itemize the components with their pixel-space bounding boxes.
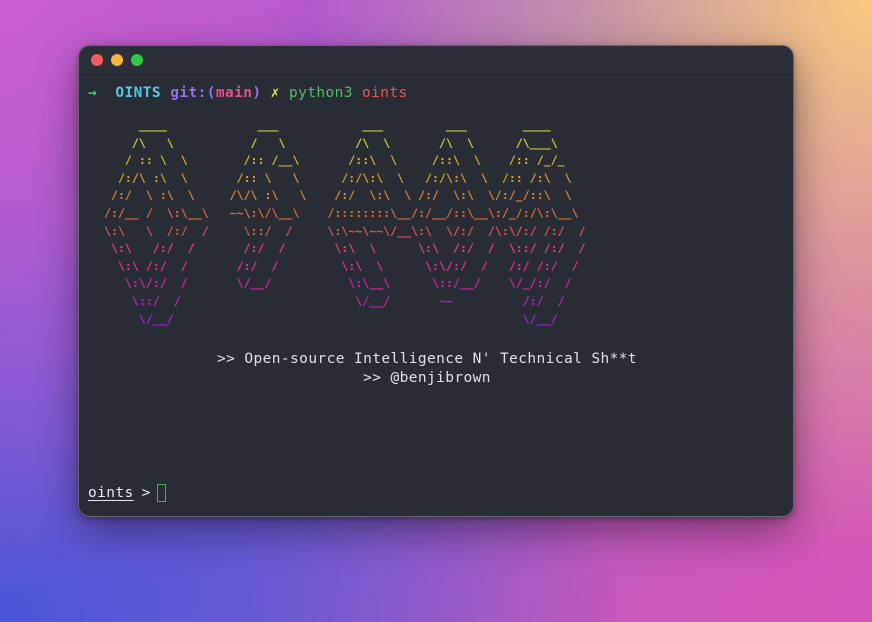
- git-dirty-icon: ✗: [270, 85, 280, 101]
- prompt-git-branch: main: [215, 85, 253, 101]
- window-titlebar[interactable]: [79, 46, 793, 75]
- ascii-art-row: \:\ \ /:/ / \::/ / \:\~~\~~\/__\:\ \/:/ …: [103, 223, 586, 238]
- ascii-art-row: /:/__ / \:\__\ ~~\:\/\__\ /::::::::\__/:…: [103, 205, 579, 220]
- minimize-button[interactable]: [111, 54, 123, 66]
- tagline-line-2: >> @benjibrown: [363, 370, 491, 387]
- desktop-background: → OINTS git:(main) ✗ python3 oints ____ …: [0, 0, 872, 622]
- tagline-block: >> Open-source Intelligence N' Technical…: [79, 350, 793, 388]
- input-prompt-chevron: >: [141, 485, 151, 501]
- ascii-art-row: \:\ /:/ / /:/ / \:\ \ \:\/:/ / /:/ /:/ /: [117, 258, 579, 273]
- ascii-art-row: \:\ /:/ / /:/ / \:\ \ \:\ /:/ / \::/ /:/…: [110, 241, 586, 256]
- prompt-arrow-icon: →: [88, 85, 98, 101]
- prompt-command: python3: [288, 85, 353, 101]
- ascii-art-row: /:/\ :\ \ /:: \ \ /:/\:\ \ /:/\:\ \ /:: …: [117, 170, 572, 185]
- ascii-art-row: \::/ / \/__/ ~~ /:/ /: [131, 293, 565, 308]
- terminal-window: → OINTS git:(main) ✗ python3 oints ____ …: [78, 45, 794, 517]
- ascii-art-row: /:/ \ :\ \ /\/\ :\ \ /:/ \:\ \ /:/ \:\ \…: [110, 188, 572, 203]
- ascii-art-row: \/__/ \/__/: [97, 311, 558, 326]
- ascii-art-row: ____ ___ ___ ___ ____: [138, 118, 551, 132]
- ascii-art-row: \:\/:/ / \/__/ \:\__\ \::/__/ \/_/:/ /: [124, 276, 572, 291]
- prompt-git-close-paren: ): [252, 85, 262, 101]
- ascii-art-banner: ____ ___ ___ ___ ____ /\ \ / \ /\ \ /\ \…: [79, 117, 793, 328]
- text-cursor[interactable]: [156, 484, 166, 502]
- prompt-repo-name: OINTS: [115, 85, 162, 101]
- interactive-input-prompt[interactable]: oints >: [88, 483, 166, 503]
- input-prompt-label: oints: [88, 485, 134, 501]
- maximize-button[interactable]: [131, 54, 143, 66]
- tagline-line-1: >> Open-source Intelligence N' Technical…: [217, 351, 637, 368]
- prompt-argument: oints: [362, 85, 408, 101]
- ascii-art-row: /\ \ / \ /\ \ /\ \ /\___\: [131, 135, 558, 150]
- shell-prompt-line: → OINTS git:(main) ✗ python3 oints: [79, 83, 793, 103]
- ascii-art-row: / :: \ \ /:: /__\ /::\ \ /::\ \ /:: /_/_: [124, 153, 565, 168]
- close-button[interactable]: [91, 54, 103, 66]
- terminal-body[interactable]: → OINTS git:(main) ✗ python3 oints ____ …: [79, 75, 793, 516]
- prompt-git-label: git:(: [170, 85, 216, 101]
